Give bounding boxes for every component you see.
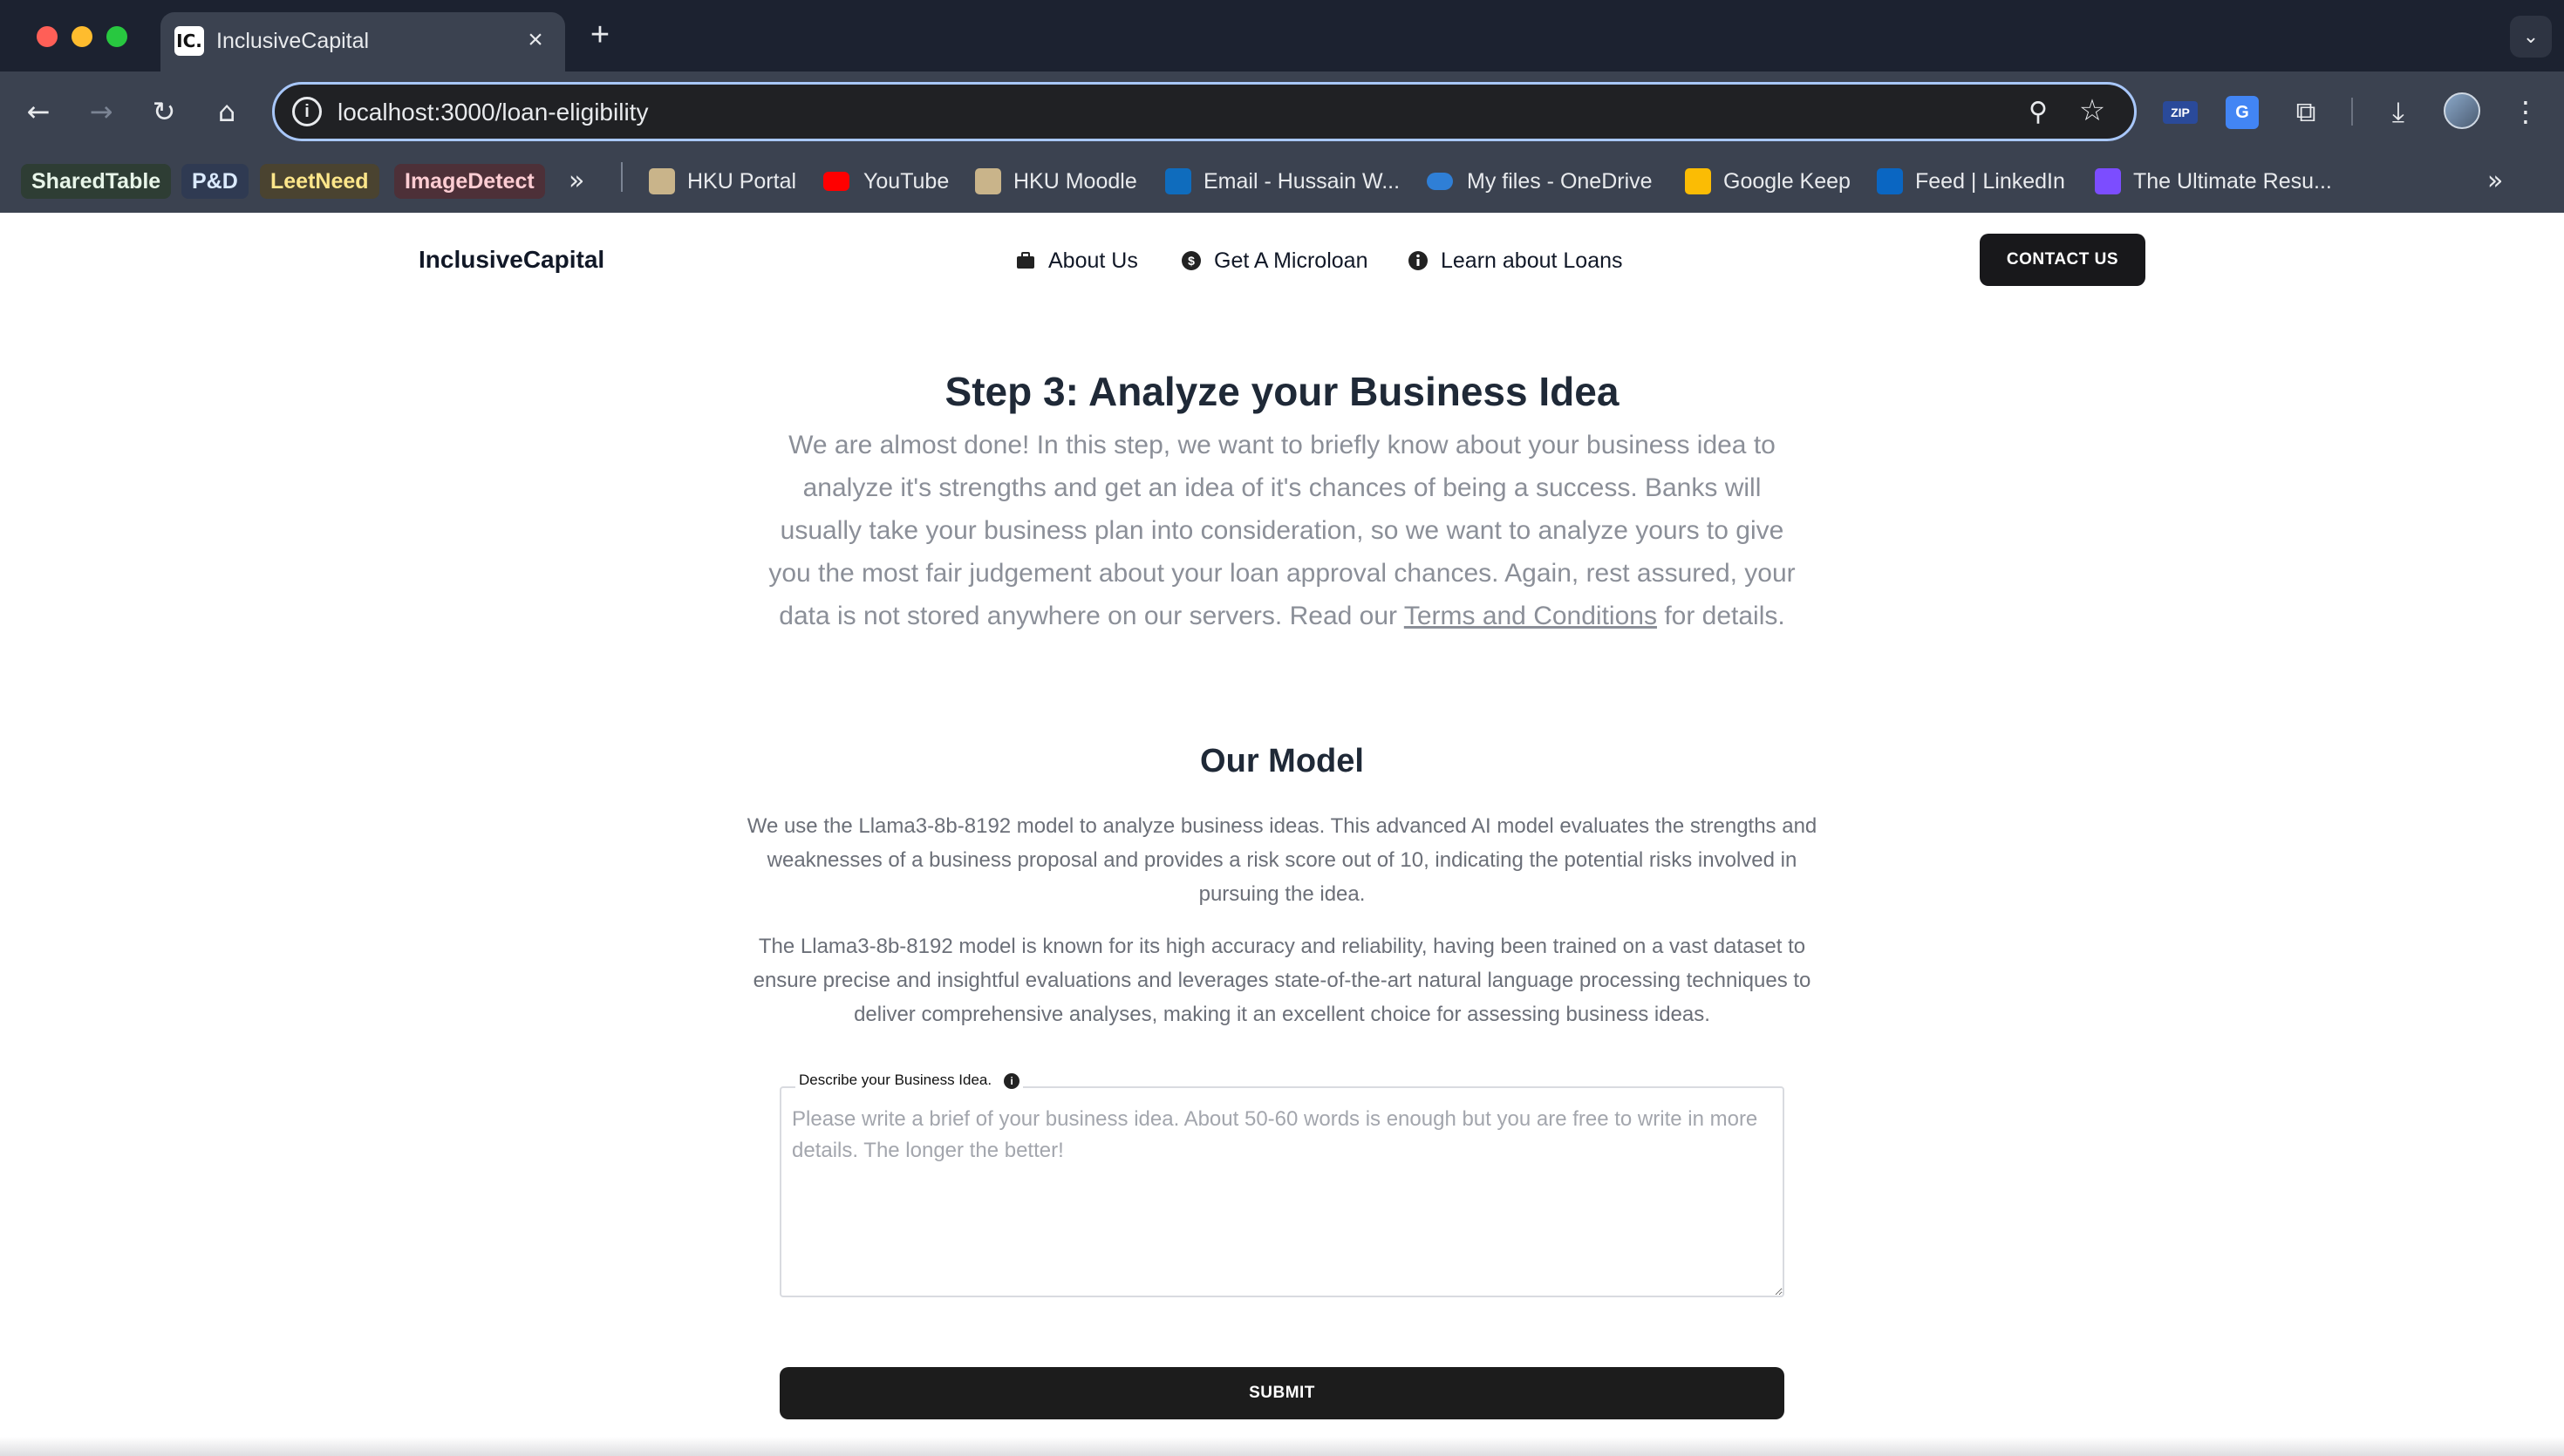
- site-info-icon[interactable]: i: [292, 97, 322, 126]
- bookmarks-divider: [621, 162, 623, 192]
- nav-about-us[interactable]: About Us: [1015, 246, 1138, 276]
- nav-label: About Us: [1048, 248, 1138, 273]
- info-icon: [1408, 251, 1428, 270]
- page-viewport: InclusiveCapital About Us $ Get A Microlo…: [0, 213, 2564, 1456]
- bookmark-imagedetect[interactable]: ImageDetect: [394, 164, 545, 199]
- zip-extension-icon[interactable]: ZIP: [2163, 101, 2198, 124]
- address-bar[interactable]: i localhost:3000/loan-eligibility ⚲ ☆: [272, 82, 2137, 141]
- reload-icon[interactable]: ↻: [143, 91, 185, 133]
- tab-search-chevron-down-icon[interactable]: ⌄: [2510, 16, 2552, 58]
- scroll-shadow: [0, 1437, 2564, 1456]
- linkedin-icon: [1877, 168, 1903, 194]
- kebab-menu-icon[interactable]: ⋮: [2505, 91, 2547, 133]
- model-description-2: The Llama3-8b-8192 model is known for it…: [753, 935, 1811, 1026]
- tab-inclusivecapital[interactable]: IC. InclusiveCapital ×: [160, 12, 565, 71]
- home-icon[interactable]: ⌂: [206, 91, 248, 133]
- bookmarks-bar: SharedTable P&D LeetNeed ImageDetect » H…: [0, 152, 2564, 213]
- tab-title: InclusiveCapital: [216, 29, 370, 53]
- bookmark-email[interactable]: Email - Hussain W...: [1204, 164, 1400, 199]
- submit-button[interactable]: SUBMIT: [780, 1367, 1784, 1419]
- translate-extension-icon[interactable]: G: [2226, 96, 2259, 129]
- section-title-our-model: Our Model: [1200, 743, 1364, 779]
- back-arrow-icon[interactable]: ←: [17, 91, 59, 133]
- bookmark-pd[interactable]: P&D: [181, 164, 249, 199]
- profile-avatar[interactable]: [2444, 92, 2480, 129]
- nav-label: Get A Microloan: [1214, 248, 1368, 273]
- keep-icon: [1685, 168, 1711, 194]
- extensions-puzzle-icon[interactable]: ⧉: [2285, 91, 2327, 133]
- download-icon[interactable]: ⤓: [2377, 91, 2419, 133]
- window-close-button[interactable]: [37, 26, 58, 47]
- nav-label: Learn about Loans: [1441, 248, 1623, 273]
- site-favicon-icon: IC.: [174, 26, 204, 56]
- outlook-icon: [1165, 168, 1191, 194]
- url-text[interactable]: localhost:3000/loan-eligibility: [338, 99, 648, 126]
- forward-arrow-icon[interactable]: →: [80, 91, 122, 133]
- bookmark-google-keep[interactable]: Google Keep: [1723, 164, 1851, 199]
- bookmark-hku-portal[interactable]: HKU Portal: [687, 164, 796, 199]
- contact-us-button[interactable]: CONTACT US: [1980, 234, 2145, 286]
- nav-get-a-microloan[interactable]: $ Get A Microloan: [1181, 246, 1367, 276]
- bookmark-star-icon[interactable]: ☆: [2075, 93, 2110, 128]
- tab-strip: IC. InclusiveCapital × + ⌄: [0, 0, 2564, 71]
- new-tab-plus-icon[interactable]: +: [583, 17, 617, 52]
- page-title: Step 3: Analyze your Business Idea: [944, 369, 1620, 414]
- field-label-text: Describe your Business Idea.: [799, 1072, 992, 1088]
- bookmark-sharedtable[interactable]: SharedTable: [21, 164, 172, 199]
- bookmark-onedrive[interactable]: My files - OneDrive: [1467, 164, 1653, 199]
- info-icon[interactable]: i: [1004, 1073, 1020, 1089]
- bookmark-youtube[interactable]: YouTube: [863, 164, 949, 199]
- nav-learn-about-loans[interactable]: Learn about Loans: [1408, 246, 1623, 276]
- youtube-icon: [823, 172, 849, 191]
- window-minimize-button[interactable]: [72, 26, 92, 47]
- bookmark-linkedin[interactable]: Feed | LinkedIn: [1915, 164, 2065, 199]
- bookmark-ultimate-resume[interactable]: The Ultimate Resu...: [2133, 164, 2332, 199]
- hku-icon: [975, 168, 1001, 194]
- svg-text:$: $: [1188, 254, 1195, 268]
- window-zoom-button[interactable]: [106, 26, 127, 47]
- toolbar-divider: [2351, 98, 2353, 126]
- bookmark-leetneed[interactable]: LeetNeed: [260, 164, 379, 199]
- intro-paragraph: We are almost done! In this step, we wan…: [767, 424, 1797, 637]
- hku-icon: [649, 168, 675, 194]
- bookmark-overflow-chevron-icon[interactable]: »: [569, 164, 584, 199]
- dollar-icon: $: [1182, 251, 1201, 270]
- intro-suffix: for details.: [1664, 602, 1785, 630]
- site-logo[interactable]: InclusiveCapital: [419, 246, 604, 274]
- business-idea-textarea[interactable]: [780, 1086, 1784, 1297]
- zoom-magnifier-icon[interactable]: ⚲: [2021, 95, 2056, 130]
- intro-text: We are almost done! In this step, we wan…: [768, 431, 1796, 630]
- resume-icon: [2095, 168, 2121, 194]
- briefcase-icon: [1017, 252, 1034, 269]
- onedrive-icon: [1427, 173, 1453, 190]
- close-icon[interactable]: ×: [520, 24, 551, 56]
- terms-and-conditions-link[interactable]: Terms and Conditions: [1404, 602, 1657, 630]
- bookmark-hku-moodle[interactable]: HKU Moodle: [1013, 164, 1137, 199]
- bookmarks-overflow-chevron-icon[interactable]: »: [2487, 164, 2503, 199]
- model-description-1: We use the Llama3-8b-8192 model to analy…: [747, 814, 1817, 906]
- business-idea-label: Describe your Business Idea. i: [795, 1072, 1024, 1089]
